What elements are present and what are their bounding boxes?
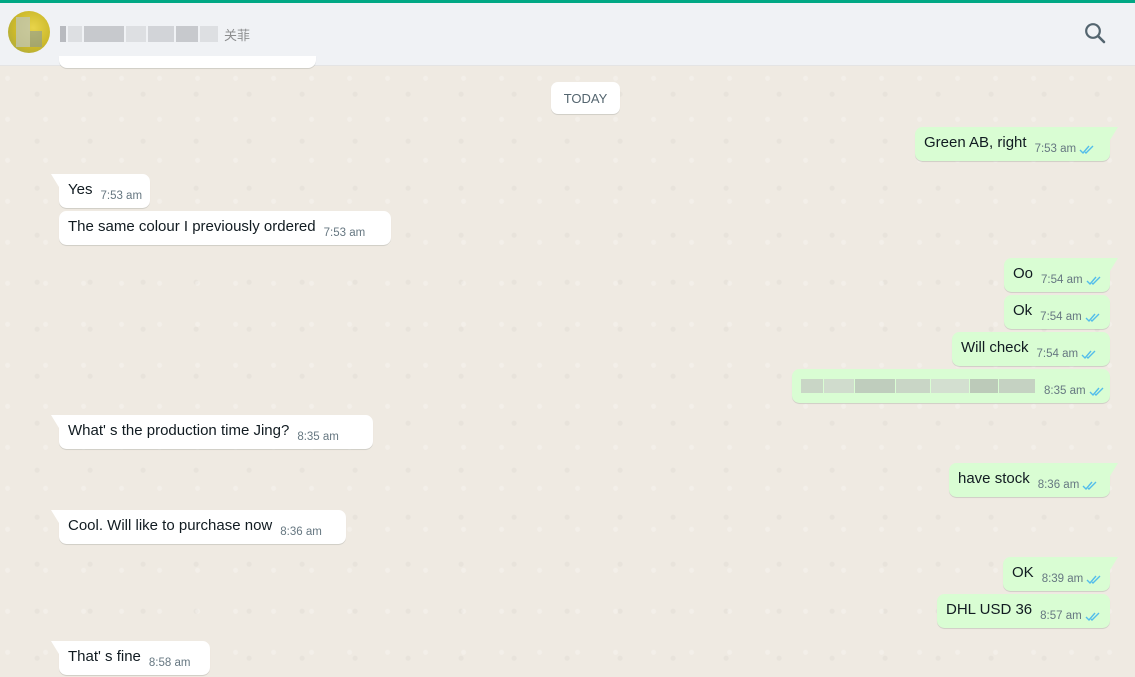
name-redaction <box>60 26 66 42</box>
message-text: Yes <box>68 181 93 198</box>
message-text: Oo <box>1013 265 1034 282</box>
message-outgoing[interactable]: Ok 7:54 am <box>1004 295 1110 329</box>
contact-name-text: 关菲 <box>224 27 251 43</box>
message-text: Green AB, right <box>924 134 1027 151</box>
redacted-text <box>801 376 1036 396</box>
double-check-read-icon <box>1085 313 1100 322</box>
message-time: 8:57 am <box>1040 610 1082 622</box>
message-text: Cool. Will like to purchase now <box>68 517 273 534</box>
previous-message-bubble <box>59 56 316 68</box>
message-text: Will check <box>961 339 1029 356</box>
double-check-read-icon <box>1081 350 1096 359</box>
name-redaction <box>68 26 82 42</box>
double-check-read-icon <box>1086 575 1101 584</box>
message-time: 8:36 am <box>1037 479 1080 491</box>
message-incoming[interactable]: Cool. Will like to purchase now 8:36 am <box>51 510 346 544</box>
message-text: Ok <box>1013 302 1033 319</box>
message-outgoing[interactable]: OK 8:39 am <box>1003 557 1118 591</box>
message-meta: 7:54 am <box>1040 295 1101 323</box>
message-text: What' s the production time Jing? <box>68 422 290 439</box>
message-meta: 7:53 am <box>1035 127 1096 155</box>
name-redaction <box>84 26 124 42</box>
message-meta: 8:57 am <box>1040 594 1101 622</box>
message-time: 7:54 am <box>1040 311 1082 323</box>
search-button[interactable] <box>1082 20 1108 46</box>
message-time: 8:36 am <box>280 526 322 538</box>
date-divider: TODAY <box>551 82 620 114</box>
message-time: 8:58 am <box>148 657 191 669</box>
double-check-read-icon <box>1089 387 1104 396</box>
message-outgoing[interactable]: Green AB, right 7:53 am <box>915 127 1118 161</box>
message-incoming[interactable]: That' s fine 8:58 am <box>51 641 210 675</box>
contact-name[interactable]: 关菲 <box>60 25 250 43</box>
message-meta: 7:54 am <box>1037 332 1098 360</box>
message-outgoing[interactable]: DHL USD 36 8:57 am <box>937 594 1110 628</box>
name-redaction <box>126 26 146 42</box>
avatar-redaction <box>16 17 30 47</box>
message-time: 7:54 am <box>1036 348 1079 360</box>
name-redaction <box>200 26 218 42</box>
message-outgoing-redacted[interactable]: 8:35 am <box>792 369 1110 403</box>
double-check-read-icon <box>1079 145 1094 154</box>
message-time: 8:35 am <box>297 431 339 443</box>
message-text: OK <box>1012 564 1034 581</box>
message-text: That' s fine <box>68 648 141 665</box>
message-time: 8:39 am <box>1041 573 1084 585</box>
message-time: 7:54 am <box>1041 274 1083 286</box>
message-meta: 8:36 am <box>1038 463 1099 491</box>
message-text: DHL USD 36 <box>946 601 1033 618</box>
message-time: 7:53 am <box>323 227 366 239</box>
message-outgoing[interactable]: Will check 7:54 am <box>952 332 1110 366</box>
message-incoming[interactable]: What' s the production time Jing? 8:35 a… <box>51 415 373 449</box>
message-text: have stock <box>958 470 1030 487</box>
message-time: 7:53 am <box>1034 143 1077 155</box>
message-outgoing[interactable]: Oo 7:54 am <box>1004 258 1118 292</box>
message-time: 7:53 am <box>100 190 143 202</box>
contact-avatar[interactable] <box>8 11 50 53</box>
message-meta: 8:35 am <box>1044 369 1105 397</box>
message-text: The same colour I previously ordered <box>68 218 316 235</box>
message-incoming[interactable]: Yes 7:53 am <box>51 174 150 208</box>
message-meta: 7:54 am <box>1041 258 1102 286</box>
message-outgoing[interactable]: have stock 8:36 am <box>949 463 1118 497</box>
double-check-read-icon <box>1082 481 1097 490</box>
double-check-read-icon <box>1086 276 1101 285</box>
name-redaction <box>176 26 198 42</box>
message-meta: 8:39 am <box>1042 557 1103 585</box>
avatar-redaction <box>30 31 42 47</box>
search-icon <box>1085 23 1106 44</box>
message-incoming[interactable]: The same colour I previously ordered 7:5… <box>59 211 391 245</box>
double-check-read-icon <box>1085 612 1100 621</box>
message-time: 8:35 am <box>1044 385 1086 397</box>
name-redaction <box>148 26 174 42</box>
